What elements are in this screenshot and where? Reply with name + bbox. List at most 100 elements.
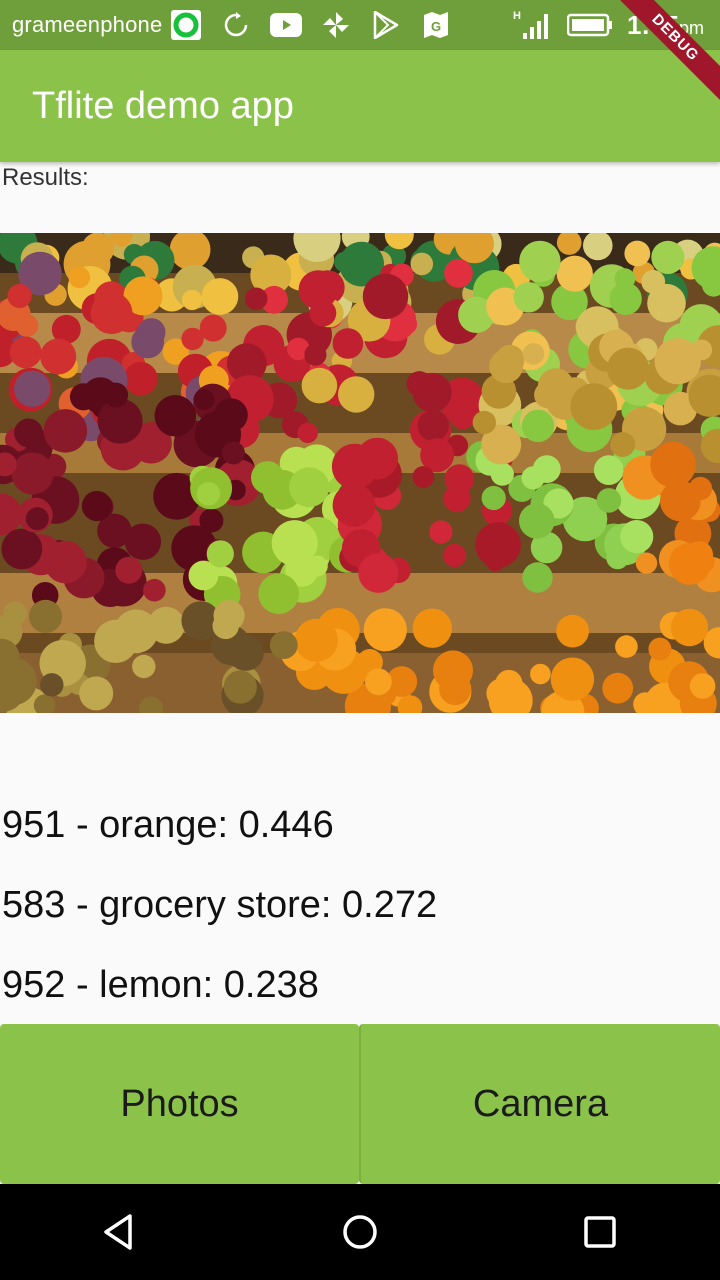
photos-button[interactable]: Photos <box>0 1024 359 1184</box>
fruit-shape <box>620 520 654 554</box>
fruit-shape <box>610 432 636 457</box>
fruit-shape <box>124 523 162 560</box>
fruit-shape <box>362 273 409 320</box>
fruit-shape <box>79 676 114 711</box>
fruit-shape <box>615 635 638 658</box>
fruit-shape <box>412 372 452 413</box>
fruit-shape <box>429 520 453 544</box>
svg-text:G: G <box>431 19 441 34</box>
play-store-icon <box>370 9 402 41</box>
results-label: Results: <box>2 164 89 191</box>
status-bar: grameenphone G H pm <box>0 0 720 50</box>
fruit-shape <box>602 672 634 704</box>
fruit-shape <box>196 482 221 506</box>
fruit-shape <box>556 255 593 292</box>
fruit-shape <box>244 287 268 311</box>
fruit-shape <box>596 488 622 513</box>
camera-button[interactable]: Camera <box>359 1024 720 1184</box>
fruit-shape <box>297 422 318 443</box>
fruit-shape <box>651 240 685 274</box>
navigation-bar <box>0 1184 720 1280</box>
fruit-shape <box>304 343 327 366</box>
fruit-shape <box>614 268 636 290</box>
fruit-shape <box>294 618 338 662</box>
fruit-shape <box>635 552 658 574</box>
grameenphone-app-icon <box>170 9 202 41</box>
action-buttons: Photos Camera <box>0 1024 720 1184</box>
fruit-shape <box>449 402 476 430</box>
fruit-shape <box>534 381 561 409</box>
fruit-shape <box>363 608 407 652</box>
fruit-shape <box>131 325 165 359</box>
fruit-shape <box>1 528 43 570</box>
fruit-shape <box>40 338 77 375</box>
fruit-shape <box>14 370 51 407</box>
fruit-shape <box>332 328 364 359</box>
app-screen: grameenphone G H pm DEBUG Tflite demo ap… <box>0 0 720 1280</box>
fruit-shape <box>269 631 298 659</box>
fruit-shape <box>358 553 399 593</box>
fruit-shape <box>114 609 159 654</box>
result-item: 951 - orange: 0.446 <box>2 804 334 846</box>
fruit-shape <box>298 270 338 310</box>
fruit-shape <box>221 441 245 465</box>
fruit-shape <box>550 657 595 701</box>
fruit-shape <box>439 672 472 706</box>
fruit-shape <box>444 258 473 288</box>
fruit-shape <box>556 614 589 648</box>
fruit-shape <box>154 395 197 437</box>
selected-image <box>0 233 720 713</box>
fruit-shape <box>212 612 239 640</box>
fruit-shape <box>25 507 49 531</box>
fruit-shape <box>641 269 666 294</box>
fruit-shape <box>412 608 452 648</box>
pinwheel-icon <box>320 9 352 41</box>
fruit-shape <box>43 409 88 453</box>
fruit-shape <box>143 578 166 602</box>
fruit-shape <box>519 240 561 283</box>
app-title: Tflite demo app <box>32 84 294 127</box>
fruit-shape <box>530 663 551 685</box>
fruit-shape <box>624 240 651 267</box>
fruit-shape <box>199 314 227 342</box>
fruit-shape <box>522 562 553 593</box>
fruit-shape <box>481 485 506 511</box>
fruit-shape <box>443 484 471 513</box>
fruit-shape <box>251 461 284 495</box>
result-item: 583 - grocery store: 0.272 <box>2 884 438 926</box>
fruit-shape <box>28 599 63 633</box>
fruit-shape <box>654 338 701 385</box>
fruit-shape <box>521 409 555 443</box>
fruit-shape <box>522 343 545 365</box>
fruit-shape <box>593 455 624 485</box>
back-icon[interactable] <box>80 1192 160 1272</box>
fruit-shape <box>14 418 43 448</box>
carrier-name: grameenphone <box>12 12 163 37</box>
recents-icon[interactable] <box>560 1192 640 1272</box>
svg-text:H: H <box>513 10 521 22</box>
fruit-shape <box>331 443 378 490</box>
fruit-shape <box>472 410 496 435</box>
fruit-shape <box>15 314 39 337</box>
fruit-shape <box>519 503 555 539</box>
fruit-shape <box>258 573 299 614</box>
fruit-shape <box>3 601 27 626</box>
battery-icon <box>566 9 613 41</box>
sync-icon <box>220 9 252 41</box>
home-icon[interactable] <box>320 1192 400 1272</box>
notification-icons: G <box>170 9 452 41</box>
fruit-shape <box>40 673 64 697</box>
fruit-shape <box>301 367 338 404</box>
fruit-shape <box>81 490 112 522</box>
fruit-shape <box>103 382 129 408</box>
fruit-shape <box>289 467 330 508</box>
fruit-shape <box>410 252 434 276</box>
maps-icon: G <box>420 9 452 41</box>
fruit-shape <box>81 233 115 265</box>
fruit-shape <box>201 278 239 315</box>
fruit-shape <box>193 389 215 410</box>
fruit-shape <box>693 551 715 573</box>
fruit-shape <box>417 409 449 442</box>
fruit-shape <box>90 292 133 335</box>
fruit-shape <box>570 383 618 430</box>
